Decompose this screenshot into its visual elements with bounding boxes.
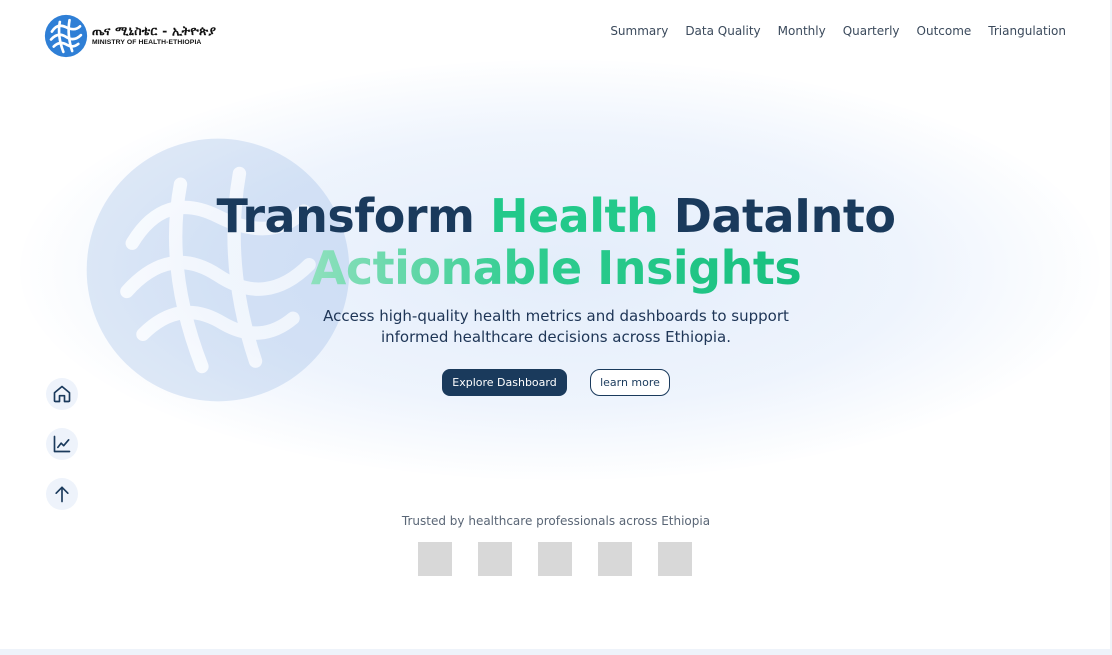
hero-actions: Explore Dashboard learn more — [0, 369, 1112, 397]
partner-logo-placeholder — [538, 542, 572, 576]
headline-actionable-insights: Actionable Insights — [310, 241, 802, 295]
ministry-emblem-icon — [44, 14, 88, 58]
headline-part-data-into: DataInto — [658, 189, 896, 243]
nav-outcome[interactable]: Outcome — [917, 24, 972, 38]
partner-logo-placeholder — [418, 542, 452, 576]
nav-quarterly[interactable]: Quarterly — [843, 24, 900, 38]
side-home-button[interactable] — [46, 378, 78, 410]
partner-logo-placeholder — [598, 542, 632, 576]
nav-summary[interactable]: Summary — [610, 24, 668, 38]
chart-line-icon — [53, 435, 71, 453]
logo-title-english: MINISTRY OF HEALTH-ETHIOPIA — [92, 38, 202, 46]
headline-part-transform: Transform — [216, 189, 490, 243]
footer-strip — [0, 649, 1112, 655]
nav-data-quality[interactable]: Data Quality — [685, 24, 760, 38]
ministry-logo[interactable]: ጤና ሚኒስቴር - ኢትዮጵያ MINISTRY OF HEALTH-ETHI… — [44, 14, 216, 58]
home-icon — [53, 385, 71, 403]
hero-subtitle: Access high-quality health metrics and d… — [323, 307, 789, 346]
learn-more-button[interactable]: learn more — [590, 369, 670, 396]
explore-dashboard-button[interactable]: Explore Dashboard — [442, 369, 567, 396]
logo-title-amharic: ጤና ሚኒስቴር - ኢትዮጵያ — [92, 23, 217, 39]
partner-logo-placeholder — [658, 542, 692, 576]
hero-headline: Transform Health DataInto Actionable Ins… — [0, 190, 1112, 294]
partner-logo-placeholder — [478, 542, 512, 576]
headline-part-health: Health — [489, 189, 659, 243]
hero-section: Transform Health DataInto Actionable Ins… — [0, 190, 1112, 348]
nav-monthly[interactable]: Monthly — [778, 24, 826, 38]
side-scroll-top-button[interactable] — [46, 478, 78, 510]
nav-triangulation[interactable]: Triangulation — [988, 24, 1066, 38]
arrow-up-icon — [55, 486, 69, 503]
top-navigation: Summary Data Quality Monthly Quarterly O… — [610, 24, 1066, 38]
trusted-by-text: Trusted by healthcare professionals acro… — [401, 514, 711, 528]
side-chart-button[interactable] — [46, 428, 78, 460]
